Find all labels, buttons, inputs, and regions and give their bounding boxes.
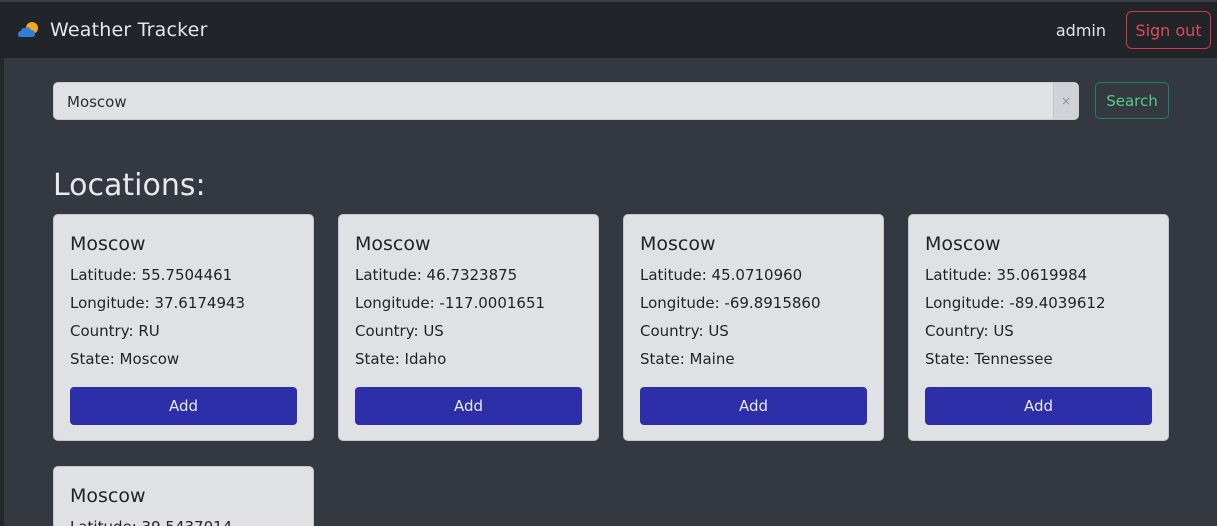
location-card: Moscow Latitude: 46.7323875 Longitude: -… [338, 214, 599, 441]
location-name: Moscow [925, 233, 1001, 255]
window-edge [0, 0, 4, 526]
location-longitude: Longitude: 37.6174943 [70, 294, 246, 312]
sign-out-button[interactable]: Sign out [1126, 11, 1211, 49]
location-country: Country: RU [70, 322, 160, 340]
location-name: Moscow [355, 233, 431, 255]
location-card: Moscow Latitude: 35.0619984 Longitude: -… [908, 214, 1169, 441]
location-latitude: Latitude: 39.5437014 [70, 518, 232, 526]
add-location-button[interactable]: Add [355, 387, 582, 425]
search-button[interactable]: Search [1095, 82, 1169, 119]
location-card: Moscow Latitude: 45.0710960 Longitude: -… [623, 214, 884, 441]
add-location-button[interactable]: Add [70, 387, 297, 425]
location-country: Country: US [355, 322, 444, 340]
location-card: Moscow Latitude: 55.7504461 Longitude: 3… [53, 214, 314, 441]
cloud-sun-icon [18, 22, 38, 37]
location-state: State: Idaho [355, 350, 447, 368]
location-latitude: Latitude: 45.0710960 [640, 266, 803, 284]
app-title: Weather Tracker [50, 19, 208, 41]
location-card: Moscow Latitude: 39.5437014 [53, 466, 314, 526]
add-location-button[interactable]: Add [925, 387, 1152, 425]
search-input[interactable]: Moscow × [53, 82, 1079, 120]
location-longitude: Longitude: -69.8915860 [640, 294, 821, 312]
location-name: Moscow [640, 233, 716, 255]
brand[interactable]: Weather Tracker [17, 12, 208, 48]
location-state: State: Moscow [70, 350, 180, 368]
location-latitude: Latitude: 35.0619984 [925, 266, 1088, 284]
location-longitude: Longitude: -89.4039612 [925, 294, 1106, 312]
location-country: Country: US [640, 322, 729, 340]
page-title: Locations: [53, 168, 206, 203]
location-latitude: Latitude: 46.7323875 [355, 266, 518, 284]
navbar: Weather Tracker admin Sign out [0, 0, 1217, 58]
location-name: Moscow [70, 485, 146, 507]
location-name: Moscow [70, 233, 146, 255]
search-input-value: Moscow [67, 93, 127, 111]
add-location-button[interactable]: Add [640, 387, 867, 425]
location-country: Country: US [925, 322, 1014, 340]
location-state: State: Maine [640, 350, 735, 368]
location-state: State: Tennessee [925, 350, 1053, 368]
location-latitude: Latitude: 55.7504461 [70, 266, 233, 284]
clear-icon[interactable]: × [1053, 83, 1078, 119]
username-label: admin [1055, 21, 1106, 40]
location-longitude: Longitude: -117.0001651 [355, 294, 546, 312]
